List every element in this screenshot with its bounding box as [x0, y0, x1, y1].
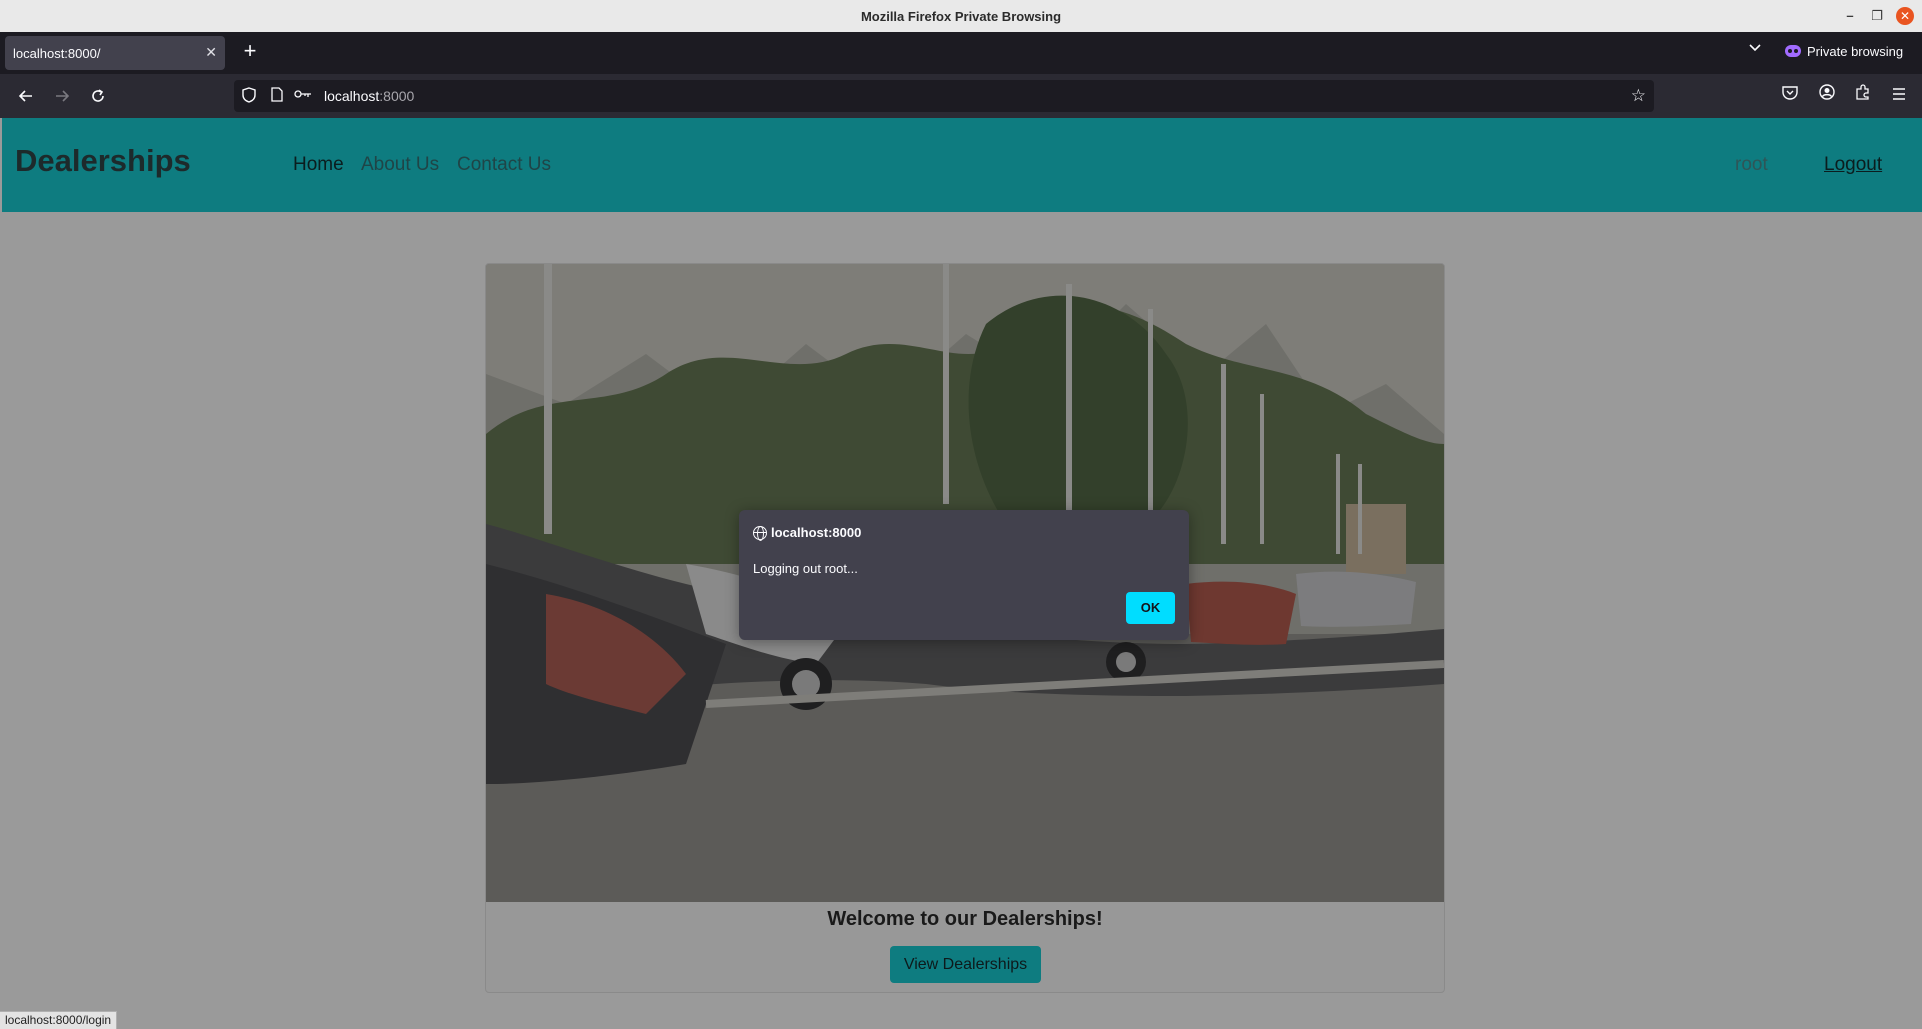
private-browsing-indicator: Private browsing: [1785, 44, 1903, 59]
dialog-message: Logging out root...: [753, 561, 858, 576]
hamburger-menu-icon[interactable]: [1887, 84, 1911, 108]
forward-arrow-icon[interactable]: [48, 82, 76, 110]
reload-icon[interactable]: [84, 82, 112, 110]
shield-icon[interactable]: [240, 87, 258, 105]
dialog-origin-text: localhost:8000: [771, 525, 862, 540]
nav-contact-link[interactable]: Contact Us: [457, 154, 551, 176]
brand-title[interactable]: Dealerships: [15, 143, 191, 179]
nav-about-link[interactable]: About Us: [361, 154, 439, 176]
status-bar-url: localhost:8000/login: [0, 1011, 118, 1029]
close-window-icon[interactable]: ✕: [1896, 7, 1914, 25]
site-header: Dealerships Home About Us Contact Us roo…: [2, 118, 1922, 212]
restore-icon[interactable]: ❐: [1868, 7, 1886, 25]
alert-dialog: localhost:8000 Logging out root... OK: [739, 510, 1189, 640]
window-title: Mozilla Firefox Private Browsing: [860, 9, 1062, 24]
url-host: localhost: [324, 88, 380, 104]
account-icon[interactable]: [1815, 84, 1839, 108]
window-titlebar: Mozilla Firefox Private Browsing – ❐ ✕: [0, 0, 1922, 32]
url-bar[interactable]: localhost:8000 ☆: [234, 80, 1654, 112]
logout-link[interactable]: Logout: [1824, 154, 1882, 176]
minimize-icon[interactable]: –: [1841, 7, 1859, 25]
pocket-icon[interactable]: [1778, 84, 1802, 108]
new-tab-icon[interactable]: +: [238, 40, 262, 64]
view-dealerships-button[interactable]: View Dealerships: [890, 946, 1041, 983]
private-browsing-label: Private browsing: [1807, 44, 1904, 59]
welcome-heading: Welcome to our Dealerships!: [827, 908, 1103, 930]
private-mask-icon: [1785, 45, 1801, 57]
tab-bar: localhost:8000/ ✕ + Private browsing: [0, 32, 1922, 74]
key-icon[interactable]: [294, 87, 312, 105]
url-text[interactable]: localhost:8000: [324, 88, 414, 104]
chevron-down-icon[interactable]: [1748, 40, 1762, 57]
close-tab-icon[interactable]: ✕: [205, 44, 217, 61]
navigation-toolbar: localhost:8000 ☆: [0, 74, 1922, 118]
dialog-origin: localhost:8000: [753, 525, 862, 541]
bookmark-star-icon[interactable]: ☆: [1631, 86, 1646, 106]
tab-title: localhost:8000/: [13, 46, 101, 61]
extensions-icon[interactable]: [1851, 84, 1875, 108]
user-name-label: root: [1735, 154, 1768, 175]
page-icon[interactable]: [268, 87, 286, 105]
nav-home-link[interactable]: Home: [293, 154, 344, 176]
url-port: :8000: [379, 88, 415, 104]
tab-localhost[interactable]: localhost:8000/ ✕: [5, 36, 225, 70]
globe-icon: [753, 526, 767, 541]
ok-button[interactable]: OK: [1126, 592, 1175, 624]
back-arrow-icon[interactable]: [12, 82, 40, 110]
